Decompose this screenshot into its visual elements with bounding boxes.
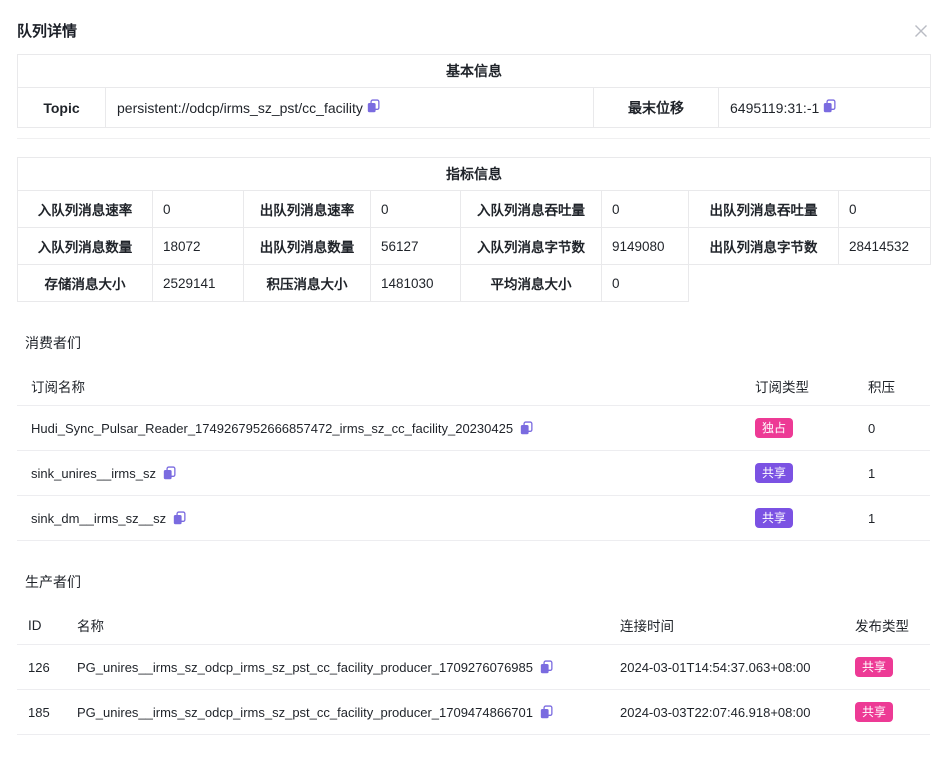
consumers-table: 订阅名称 订阅类型 积压 Hudi_Sync_Pulsar_Reader_174… — [17, 367, 930, 541]
dialog-header: 队列详情 — [17, 0, 930, 41]
page-title: 队列详情 — [17, 20, 77, 41]
subscription-type-badge: 共享 — [755, 508, 793, 528]
producers-table: ID 名称 连接时间 发布类型 126 PG_unires__irms_sz_o… — [17, 606, 930, 735]
metric-value: 2529141 — [153, 265, 244, 302]
backlog-value: 0 — [854, 421, 930, 436]
producer-name: PG_unires__irms_sz_odcp_irms_sz_pst_cc_f… — [77, 705, 533, 720]
topic-value: persistent://odcp/irms_sz_pst/cc_facilit… — [117, 100, 363, 116]
topic-label: Topic — [18, 88, 106, 128]
last-offset-label: 最末位移 — [594, 88, 719, 128]
table-row: 存储消息大小 2529141 积压消息大小 1481030 平均消息大小 0 — [18, 265, 931, 302]
column-header-subscription-name: 订阅名称 — [17, 376, 741, 396]
metric-label: 入队列消息字节数 — [461, 228, 602, 265]
producer-id: 126 — [17, 660, 77, 675]
producers-header-row: ID 名称 连接时间 发布类型 — [17, 606, 930, 645]
producer-name: PG_unires__irms_sz_odcp_irms_sz_pst_cc_f… — [77, 660, 533, 675]
metric-value: 18072 — [153, 228, 244, 265]
column-header-publish-type: 发布类型 — [855, 615, 930, 635]
copy-icon[interactable] — [540, 705, 553, 719]
close-icon[interactable] — [912, 22, 930, 40]
column-header-name: 名称 — [77, 615, 620, 635]
copy-icon[interactable] — [367, 99, 380, 113]
metric-value: 0 — [371, 191, 461, 228]
producer-id: 185 — [17, 705, 77, 720]
table-row: sink_dm__irms_sz__sz 共享 1 — [17, 496, 930, 541]
metric-value: 0 — [153, 191, 244, 228]
column-header-id: ID — [17, 618, 77, 633]
backlog-value: 1 — [854, 466, 930, 481]
copy-icon[interactable] — [823, 99, 836, 113]
table-row: 入队列消息数量 18072 出队列消息数量 56127 入队列消息字节数 914… — [18, 228, 931, 265]
basic-info-table: 基本信息 Topic persistent://odcp/irms_sz_pst… — [17, 54, 931, 128]
metric-value: 0 — [602, 265, 689, 302]
metric-value: 9149080 — [602, 228, 689, 265]
metric-value: 0 — [839, 191, 931, 228]
connect-time: 2024-03-03T22:07:46.918+08:00 — [620, 705, 855, 720]
metric-value: 0 — [602, 191, 689, 228]
table-row: 126 PG_unires__irms_sz_odcp_irms_sz_pst_… — [17, 645, 930, 690]
last-offset-value: 6495119:31:-1 — [730, 100, 819, 116]
queue-detail-dialog: 队列详情 基本信息 Topic persistent://odcp/irms_s… — [0, 0, 947, 735]
table-row: 185 PG_unires__irms_sz_odcp_irms_sz_pst_… — [17, 690, 930, 735]
metric-value: 28414532 — [839, 228, 931, 265]
metric-label: 出队列消息字节数 — [689, 228, 839, 265]
publish-type-badge: 共享 — [855, 702, 893, 722]
publish-type-badge: 共享 — [855, 657, 893, 677]
metric-value: 56127 — [371, 228, 461, 265]
metric-value: 1481030 — [371, 265, 461, 302]
copy-icon[interactable] — [540, 660, 553, 674]
copy-icon[interactable] — [163, 466, 176, 480]
subscription-name: Hudi_Sync_Pulsar_Reader_1749267952666857… — [31, 421, 513, 436]
metrics-table: 指标信息 入队列消息速率 0 出队列消息速率 0 入队列消息吞吐量 0 出队列消… — [17, 157, 931, 302]
metrics-header: 指标信息 — [18, 158, 931, 191]
table-row: Hudi_Sync_Pulsar_Reader_1749267952666857… — [17, 406, 930, 451]
subscription-type-badge: 共享 — [755, 463, 793, 483]
table-row: 入队列消息速率 0 出队列消息速率 0 入队列消息吞吐量 0 出队列消息吞吐量 … — [18, 191, 931, 228]
metric-label: 入队列消息吞吐量 — [461, 191, 602, 228]
metric-label: 出队列消息数量 — [244, 228, 371, 265]
metric-label: 入队列消息速率 — [18, 191, 153, 228]
section-divider — [17, 138, 930, 139]
producers-section-title: 生产者们 — [25, 572, 930, 592]
subscription-type-badge: 独占 — [755, 418, 793, 438]
metric-label: 出队列消息速率 — [244, 191, 371, 228]
subscription-name: sink_unires__irms_sz — [31, 466, 156, 481]
metric-label: 出队列消息吞吐量 — [689, 191, 839, 228]
metric-label: 积压消息大小 — [244, 265, 371, 302]
copy-icon[interactable] — [173, 511, 186, 525]
copy-icon[interactable] — [520, 421, 533, 435]
consumers-header-row: 订阅名称 订阅类型 积压 — [17, 367, 930, 406]
subscription-name: sink_dm__irms_sz__sz — [31, 511, 166, 526]
metric-label: 平均消息大小 — [461, 265, 602, 302]
column-header-connect-time: 连接时间 — [620, 615, 855, 635]
basic-info-header: 基本信息 — [18, 55, 931, 88]
table-row: sink_unires__irms_sz 共享 1 — [17, 451, 930, 496]
column-header-backlog: 积压 — [854, 376, 930, 396]
consumers-section-title: 消费者们 — [25, 333, 930, 353]
backlog-value: 1 — [854, 511, 930, 526]
column-header-subscription-type: 订阅类型 — [741, 376, 854, 396]
metric-label: 存储消息大小 — [18, 265, 153, 302]
table-row: Topic persistent://odcp/irms_sz_pst/cc_f… — [18, 88, 931, 128]
metric-label: 入队列消息数量 — [18, 228, 153, 265]
connect-time: 2024-03-01T14:54:37.063+08:00 — [620, 660, 855, 675]
